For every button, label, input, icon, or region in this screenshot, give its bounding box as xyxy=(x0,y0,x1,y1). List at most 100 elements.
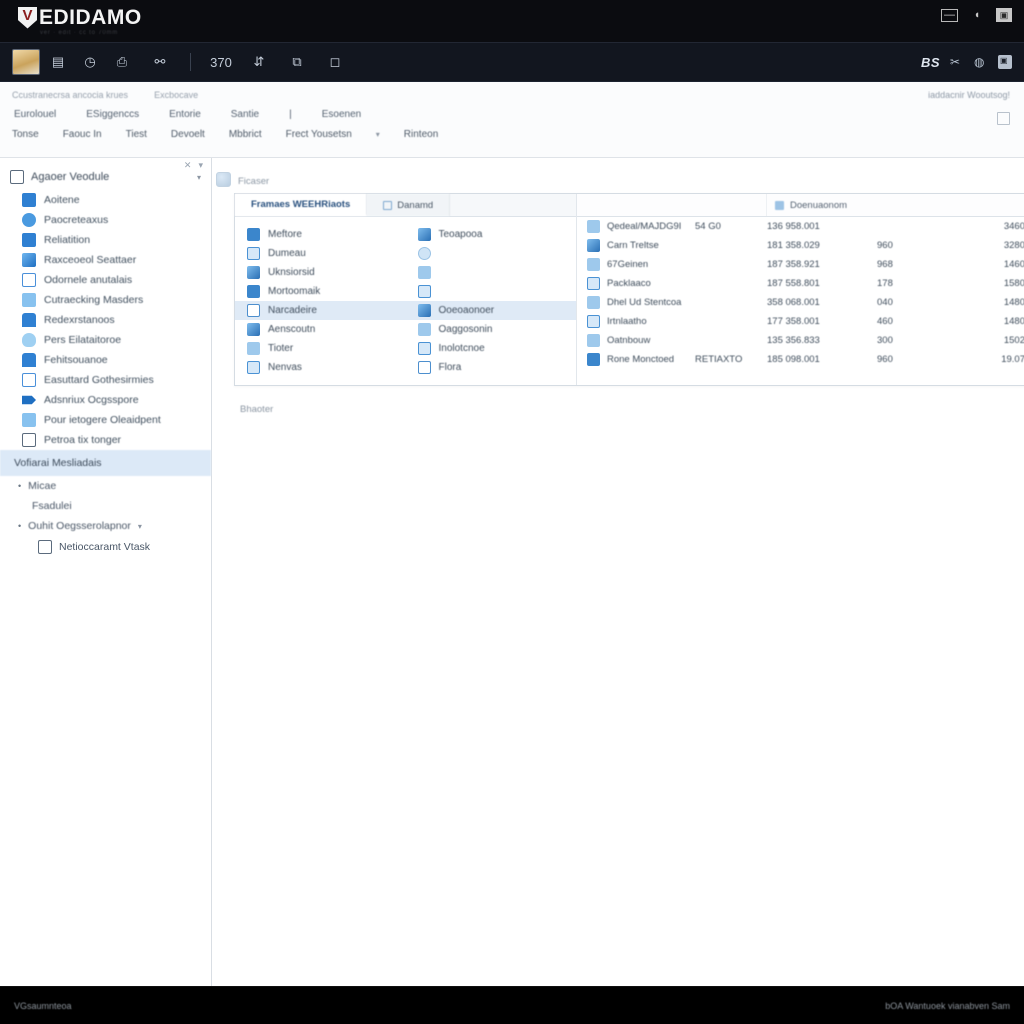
table-row[interactable]: Rone Monctoed RETIAXTO 185 098.001 960 1… xyxy=(577,350,1024,369)
menu2-item-6[interactable]: Frect Yousetsn xyxy=(286,129,352,140)
menu2-item-5[interactable]: Mbbrict xyxy=(229,129,262,140)
table-header-label: Doenuaonom xyxy=(790,199,848,211)
menu2-item-7[interactable]: Rinteon xyxy=(404,129,438,140)
list-item[interactable]: Flora xyxy=(406,358,577,377)
print-tool-button[interactable]: ⎙ xyxy=(108,49,136,75)
table-row[interactable]: 67Geinen 187 358.921 968 1460 ▾ xyxy=(577,255,1024,274)
app-logo: V EDIDAMO ver · edit · cc to 70mm xyxy=(10,6,142,36)
tab-danamd[interactable]: Danamd xyxy=(367,194,451,216)
list-item-selected[interactable]: Narcadeire xyxy=(235,301,406,320)
menu-item-2[interactable]: ESiggenccs xyxy=(86,109,139,120)
sidebar-item-7[interactable]: Redexrstanoos xyxy=(0,310,211,330)
sidebar-bullet-label: Ouhit Oegsserolapnor xyxy=(28,520,131,532)
chevron-down-icon[interactable]: ▾ xyxy=(138,522,142,531)
menu-item-1[interactable]: Eurolouel xyxy=(14,109,56,120)
row-name: Irtnlaatho xyxy=(607,316,647,327)
refresh-icon[interactable] xyxy=(216,172,231,187)
sidebar-bullet-3[interactable]: • Ouhit Oegsserolapnor ▾ xyxy=(0,516,211,536)
table-row[interactable]: Packlaaco 187 558.801 178 1580 ▾ xyxy=(577,274,1024,293)
sidebar-bullet-1[interactable]: • Micae xyxy=(0,476,211,496)
chevron-down-icon[interactable]: ▾ xyxy=(376,130,380,139)
sidebar-item-2[interactable]: Paocreteaxus xyxy=(0,210,211,230)
menu-bar-primary: Eurolouel ESiggenccs Entorie Santie | Es… xyxy=(0,100,1024,120)
list-item[interactable]: Uknsiorsid xyxy=(235,263,406,282)
list-item[interactable]: Dumeau xyxy=(235,244,406,263)
sidebar-item-10[interactable]: Easuttard Gothesirmies xyxy=(0,370,211,390)
layers-tool-button[interactable]: ⧉ xyxy=(277,49,317,75)
check-icon xyxy=(587,296,600,309)
mini-box-icon xyxy=(383,200,393,210)
menu2-item-1[interactable]: Tonse xyxy=(12,129,39,140)
tag-icon xyxy=(417,323,431,336)
sidebar-item-12[interactable]: Pour ietogere Oleaidpent xyxy=(0,410,211,430)
table-row[interactable]: Dhel Ud Stentcoa 358 068.001 040 1480 ▾ xyxy=(577,293,1024,312)
chevron-down-icon[interactable]: ▾ xyxy=(197,173,201,182)
sidebar-item-3[interactable]: Reliatition xyxy=(0,230,211,250)
table-row[interactable]: Carn Treltse 181 358.029 960 3280 ▾ xyxy=(577,236,1024,255)
globe-icon[interactable]: ◍ xyxy=(974,55,988,69)
flag-icon xyxy=(417,266,431,279)
sidebar-item-1[interactable]: Aoitene xyxy=(0,190,211,210)
sidebar-item-9[interactable]: Fehitsouanoe xyxy=(0,350,211,370)
sidebar-sub-item[interactable]: Netioccaramt Vtask xyxy=(0,536,211,558)
menu-item-5[interactable]: Esoenen xyxy=(322,109,361,120)
frame-tool-button[interactable]: ◻ xyxy=(321,49,349,75)
list-item[interactable] xyxy=(406,244,577,263)
sidebar-item-5[interactable]: Odornele anutalais xyxy=(0,270,211,290)
sidebar-header[interactable]: Agaoer Veodule ▾ xyxy=(0,164,211,190)
table-row[interactable]: Irtnlaatho 177 358.001 460 1480 ▾ xyxy=(577,312,1024,331)
sidebar-item-6[interactable]: Cutraecking Masders xyxy=(0,290,211,310)
restore-window-button[interactable]: ▣ xyxy=(996,8,1012,22)
list-item[interactable]: Nenvas xyxy=(235,358,406,377)
table-header-cell[interactable]: Doenuaonom xyxy=(767,194,1024,216)
icon-list-column-right: Teoapooa Ooeoaonoer Oaggosonin Inolotcno… xyxy=(405,225,577,377)
content-card: Framaes WEEHRiaots Danamd Meftore Dumeau… xyxy=(234,193,1024,386)
sidebar-item-4[interactable]: Raxceoeol Seattaer xyxy=(0,250,211,270)
card-table-pane: Doenuaonom ▾ Qedeal/MAJDG9I 54 G0 136 95… xyxy=(577,194,1024,385)
list-item-label: Oaggosonin xyxy=(438,324,493,335)
list-item-selected[interactable]: Ooeoaonoer xyxy=(405,301,576,320)
sidebar-item-13[interactable]: Petroa tix tonger xyxy=(0,430,211,450)
document-tool-button[interactable]: ▤ xyxy=(44,49,72,75)
list-item[interactable] xyxy=(406,263,577,282)
image-tool-button[interactable] xyxy=(12,49,40,75)
list-item[interactable] xyxy=(406,282,577,301)
table-row[interactable]: Oatnbouw 135 356.833 300 1502 ▾ xyxy=(577,331,1024,350)
panel-toggle-button[interactable] xyxy=(997,112,1010,125)
counter-tool-button[interactable]: 370 xyxy=(201,49,241,75)
list-item-label: Tioter xyxy=(268,343,294,354)
list-item[interactable]: Oaggosonin xyxy=(406,320,577,339)
link-tool-button[interactable]: ⚯ xyxy=(140,49,180,75)
minimize-button[interactable]: — xyxy=(941,8,958,22)
menu-item-4[interactable]: Santie xyxy=(231,109,259,120)
list-item-label: Mortoomaik xyxy=(268,286,321,297)
list-item[interactable]: Inolotcnoe xyxy=(406,339,577,358)
menu2-item-2[interactable]: Faouc In xyxy=(63,129,102,140)
row-value1: 178 xyxy=(877,278,893,289)
menu2-item-4[interactable]: Devoelt xyxy=(171,129,205,140)
maximize-button[interactable]: ◖ xyxy=(969,8,985,22)
sidebar-item-8[interactable]: Pers Eilataitoroe xyxy=(0,330,211,350)
breadcrumb-item-1[interactable]: Ccustranecrsa ancocia krues xyxy=(12,90,128,100)
monitor-icon[interactable]: ▣ xyxy=(998,55,1012,69)
status-bar: VGsaumnteoa bOA Wantuoek vianabven Sam xyxy=(0,986,1024,1024)
list-item[interactable]: Teoapooa xyxy=(406,225,577,244)
table-row[interactable]: Qedeal/MAJDG9I 54 G0 136 958.001 3460 ▾ xyxy=(577,217,1024,236)
row-date: 177 358.001 xyxy=(767,316,820,327)
list-item[interactable]: Meftore xyxy=(235,225,406,244)
sidebar-bullet-2[interactable]: Fsadulei xyxy=(0,496,211,516)
list-item[interactable]: Mortoomaik xyxy=(235,282,406,301)
menu2-item-3[interactable]: Tiest xyxy=(126,129,147,140)
menu-item-3[interactable]: Entorie xyxy=(169,109,201,120)
breadcrumb-item-2[interactable]: Excbocave xyxy=(154,90,198,100)
scissors-icon[interactable]: ✂ xyxy=(950,55,964,69)
list-item[interactable]: Aenscoutn xyxy=(235,320,406,339)
list-item[interactable]: Tioter xyxy=(235,339,406,358)
sidebar-section-header[interactable]: Vofiarai Mesliadais xyxy=(0,450,211,476)
sidebar-item-label: Cutraecking Masders xyxy=(44,294,144,306)
measure-tool-button[interactable]: ⇵ xyxy=(245,49,273,75)
sidebar-item-11[interactable]: Adsnriux Ocgsspore xyxy=(0,390,211,410)
clock-tool-button[interactable]: ◷ xyxy=(76,49,104,75)
sidebar-item-label: Petroa tix tonger xyxy=(44,434,122,446)
tab-frames[interactable]: Framaes WEEHRiaots xyxy=(235,194,368,216)
